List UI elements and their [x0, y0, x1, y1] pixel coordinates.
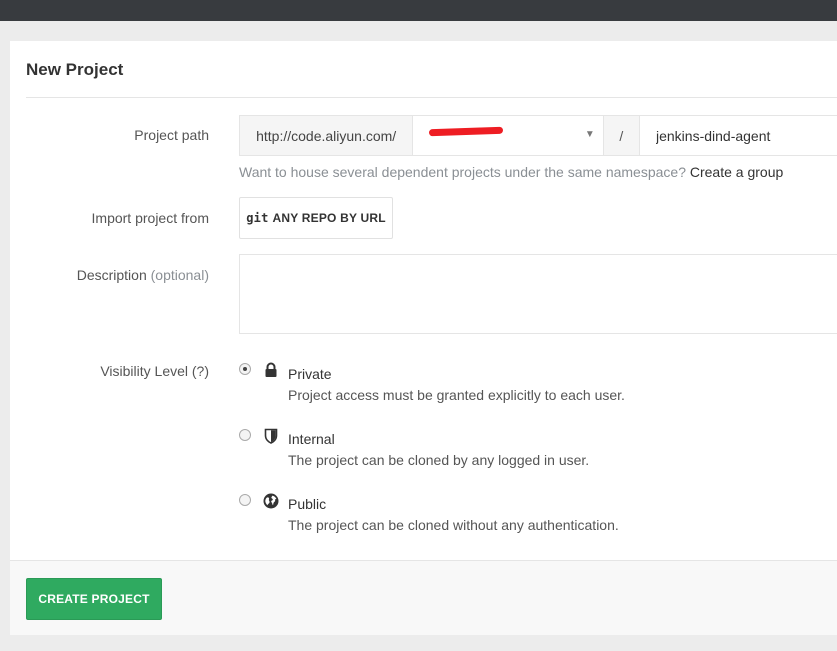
visibility-label: Visibility Level (?) — [100, 363, 209, 379]
new-project-panel: New Project Project path http://code.ali… — [10, 41, 837, 635]
create-project-button[interactable]: CREATE PROJECT — [26, 578, 162, 620]
redacted-namespace — [429, 126, 504, 137]
create-group-link[interactable]: Create a group — [690, 164, 783, 180]
import-button-label: ANY REPO BY URL — [272, 211, 386, 225]
page-title: New Project — [26, 60, 124, 79]
visibility-internal-radio[interactable] — [239, 429, 251, 441]
description-label-text: Description — [76, 267, 147, 283]
description-label: Description (optional) — [77, 267, 209, 283]
description-optional: (optional) — [150, 267, 209, 283]
path-separator: / — [603, 116, 640, 155]
globe-icon — [263, 493, 279, 509]
visibility-public-radio[interactable] — [239, 494, 251, 506]
visibility-internal-desc: The project can be cloned by any logged … — [288, 452, 590, 468]
visibility-private-desc: Project access must be granted explicitl… — [288, 387, 625, 403]
visibility-private-radio[interactable] — [239, 363, 251, 375]
title-divider — [26, 97, 837, 98]
lock-icon — [265, 362, 277, 377]
description-textarea[interactable] — [239, 254, 837, 334]
project-path-label: Project path — [134, 127, 209, 143]
shield-icon — [264, 428, 278, 444]
form-actions-footer: CREATE PROJECT — [10, 560, 837, 635]
import-label: Import project from — [91, 210, 209, 226]
path-prefix: http://code.aliyun.com/ — [240, 116, 414, 155]
project-path-group: http://code.aliyun.com/ ▼ / — [239, 115, 837, 156]
visibility-internal-title: Internal — [288, 431, 335, 447]
project-name-input[interactable] — [639, 116, 837, 155]
caret-down-icon: ▼ — [584, 129, 595, 140]
visibility-private-title: Private — [288, 366, 332, 382]
namespace-select[interactable]: ▼ — [413, 116, 604, 155]
import-repo-by-url-button[interactable]: git ANY REPO BY URL — [239, 197, 393, 239]
visibility-public-title: Public — [288, 496, 327, 512]
namespace-help-text: Want to house several dependent projects… — [239, 164, 686, 180]
git-icon: git — [246, 211, 269, 225]
visibility-public-desc: The project can be cloned without any au… — [288, 517, 619, 533]
top-navbar — [0, 0, 837, 21]
namespace-help: Want to house several dependent projects… — [239, 164, 783, 180]
